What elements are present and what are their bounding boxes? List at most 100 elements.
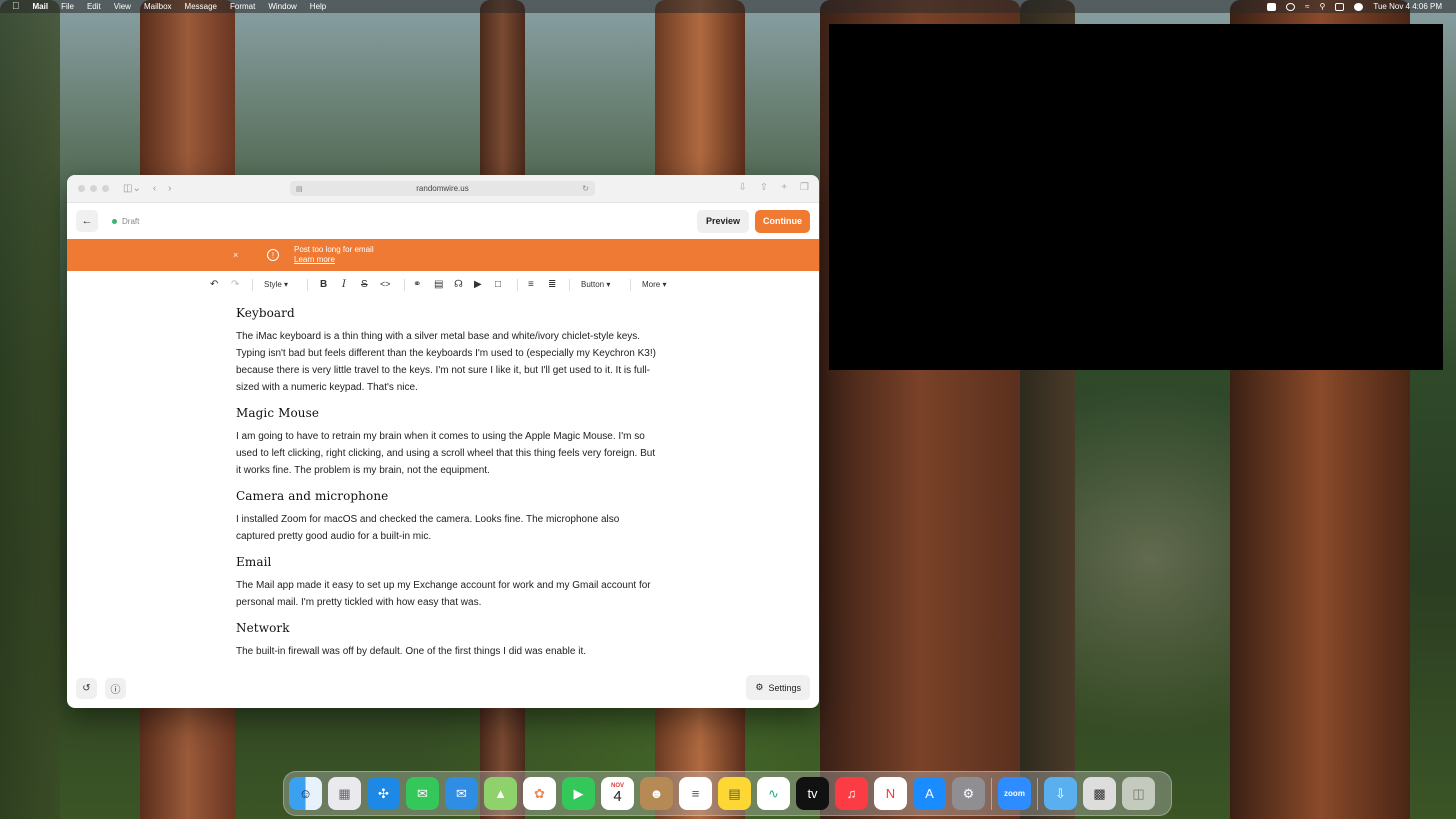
- apple-tv-icon[interactable]: tv: [796, 777, 829, 810]
- tv-label: tv: [807, 786, 818, 801]
- zoom-app-icon[interactable]: zoom: [998, 777, 1031, 810]
- photos-icon[interactable]: ✿: [523, 777, 556, 810]
- continue-button[interactable]: Continue: [755, 209, 810, 233]
- status-dot: [112, 218, 117, 224]
- control-center-icon[interactable]: [1335, 2, 1345, 11]
- app-store-icon[interactable]: A: [913, 777, 946, 810]
- facetime-icon[interactable]: ▶: [562, 777, 595, 810]
- dismiss-banner-icon[interactable]: ×: [233, 250, 238, 260]
- section-heading: Magic Mouse: [236, 406, 320, 420]
- section-body: I installed Zoom for macOS and checked t…: [236, 514, 620, 542]
- search-icon[interactable]: ⚲: [1320, 2, 1326, 11]
- code-icon[interactable]: <>: [380, 279, 391, 289]
- learn-more-link[interactable]: Learn more: [294, 255, 374, 265]
- tab-overview-icon[interactable]: ❐: [800, 182, 809, 193]
- safari-icon[interactable]: ✣: [367, 777, 400, 810]
- undo-icon[interactable]: ↶: [210, 279, 218, 290]
- image-icon[interactable]: ▤: [434, 279, 443, 290]
- menu-window[interactable]: Window: [268, 2, 296, 11]
- new-tab-icon[interactable]: +: [781, 182, 787, 193]
- toolbar-divider: [630, 279, 631, 291]
- toolbar-divider: [252, 279, 253, 291]
- section-heading: Network: [236, 621, 290, 635]
- apple-icon[interactable]: : [12, 1, 20, 12]
- style-dropdown[interactable]: Style ▾: [264, 280, 288, 289]
- window-thumbnail-icon[interactable]: ▩: [1083, 777, 1116, 810]
- tree-trunk: [0, 0, 60, 819]
- history-button[interactable]: ↺: [76, 678, 97, 699]
- nav-forward-icon[interactable]: ›: [168, 183, 171, 194]
- reminders-icon[interactable]: ≡: [679, 777, 712, 810]
- nav-back-icon[interactable]: ‹: [153, 183, 156, 194]
- maps-icon[interactable]: ▲: [484, 777, 517, 810]
- video-icon[interactable]: ▶: [474, 279, 482, 290]
- comment-icon[interactable]: □: [495, 279, 501, 290]
- page-settings-icon[interactable]: ▤: [296, 185, 303, 193]
- toolbar-divider: [307, 279, 308, 291]
- minimize-window-button[interactable]: [90, 185, 97, 192]
- warning-banner: × ! Post too long for email Learn more: [67, 239, 819, 271]
- messages-icon[interactable]: ✉: [406, 777, 439, 810]
- mail-icon[interactable]: ✉: [445, 777, 478, 810]
- address-bar[interactable]: ▤ randomwire.us ↻: [290, 181, 595, 196]
- bullet-list-icon[interactable]: ≡: [528, 279, 534, 290]
- downloads-icon[interactable]: ⇩: [738, 182, 746, 193]
- launchpad-icon[interactable]: ▦: [328, 777, 361, 810]
- section-heading: Keyboard: [236, 306, 295, 320]
- section-body: The built-in firewall was off by default…: [236, 646, 586, 657]
- toolbar-divider: [404, 279, 405, 291]
- menu-help[interactable]: Help: [310, 2, 326, 11]
- contacts-icon[interactable]: ☻: [640, 777, 673, 810]
- preview-button[interactable]: Preview: [696, 209, 749, 233]
- wifi-icon[interactable]: ≈: [1305, 2, 1309, 11]
- system-settings-icon[interactable]: ⚙: [952, 777, 985, 810]
- info-button[interactable]: ⓘ: [105, 678, 126, 699]
- italic-icon[interactable]: I: [342, 279, 346, 290]
- menu-clock[interactable]: Tue Nov 4 4:06 PM: [1373, 2, 1442, 11]
- draft-status: Draft: [112, 217, 139, 226]
- downloads-folder-icon[interactable]: ⇩: [1044, 777, 1077, 810]
- button-dropdown[interactable]: Button ▾: [581, 280, 610, 289]
- editor-header: ← Draft Preview Continue: [67, 203, 819, 239]
- section-body: The Mail app made it easy to set up my E…: [236, 580, 651, 608]
- menu-edit[interactable]: Edit: [87, 2, 101, 11]
- post-content[interactable]: Keyboard The iMac keyboard is a thin thi…: [236, 306, 656, 670]
- zoom-status-icon[interactable]: [1267, 2, 1277, 11]
- close-window-button[interactable]: [78, 185, 85, 192]
- freeform-icon[interactable]: ∿: [757, 777, 790, 810]
- menu-format[interactable]: Format: [230, 2, 255, 11]
- numbered-list-icon[interactable]: ≣: [548, 279, 556, 290]
- notes-icon[interactable]: ▤: [718, 777, 751, 810]
- bold-icon[interactable]: B: [320, 279, 327, 290]
- calendar-icon[interactable]: NOV 4: [601, 777, 634, 810]
- finder-icon[interactable]: ☺: [289, 777, 322, 810]
- audio-icon[interactable]: ☊: [454, 279, 463, 290]
- news-icon[interactable]: N: [874, 777, 907, 810]
- sidebar-toggle-icon[interactable]: ◫⌄: [123, 183, 141, 194]
- more-dropdown[interactable]: More ▾: [642, 280, 666, 289]
- menu-file[interactable]: File: [61, 2, 74, 11]
- menu-view[interactable]: View: [114, 2, 131, 11]
- arrow-left-icon: ←: [81, 215, 93, 227]
- section-body: The iMac keyboard is a thin thing with a…: [236, 331, 656, 393]
- back-button[interactable]: ←: [76, 210, 98, 232]
- history-icon: ↺: [82, 683, 91, 694]
- menu-mailbox[interactable]: Mailbox: [144, 2, 172, 11]
- menu-message[interactable]: Message: [185, 2, 217, 11]
- music-icon[interactable]: ♫: [835, 777, 868, 810]
- strikethrough-icon[interactable]: S: [361, 279, 368, 290]
- reload-icon[interactable]: ↻: [582, 184, 589, 193]
- link-icon[interactable]: ⚭: [413, 279, 421, 290]
- status-label: Draft: [122, 216, 140, 226]
- more-label: More: [642, 280, 661, 289]
- redo-icon[interactable]: ↷: [231, 279, 239, 290]
- share-icon[interactable]: ⇧: [760, 182, 768, 193]
- menu-app-name[interactable]: Mail: [33, 2, 49, 11]
- play-status-icon[interactable]: [1286, 2, 1296, 11]
- settings-button[interactable]: ⚙ Settings: [746, 675, 810, 700]
- style-label: Style: [264, 280, 282, 289]
- trash-icon[interactable]: ◫: [1122, 777, 1155, 810]
- zoom-window-button[interactable]: [102, 185, 109, 192]
- settings-label: Settings: [768, 682, 801, 693]
- siri-icon[interactable]: [1354, 2, 1364, 11]
